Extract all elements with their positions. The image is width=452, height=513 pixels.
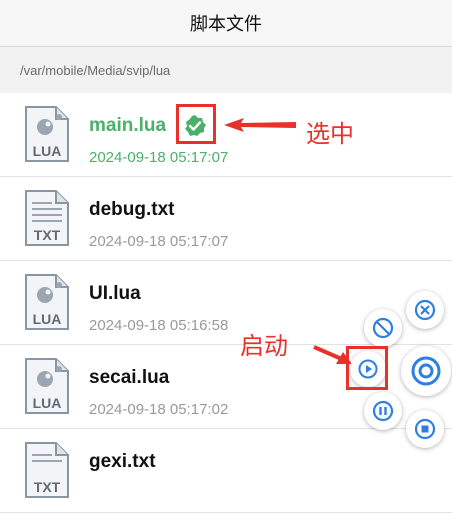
nav-header: 脚本文件: [0, 0, 452, 47]
close-floating-button[interactable]: [406, 291, 444, 329]
svg-text:LUA: LUA: [33, 395, 62, 411]
txt-file-icon: TXT: [25, 442, 69, 498]
lua-file-icon: LUA: [25, 106, 69, 162]
svg-text:TXT: TXT: [34, 479, 61, 495]
current-path: /var/mobile/Media/svip/lua: [20, 63, 171, 78]
file-name: secai.lua: [89, 367, 170, 388]
file-date: 2024-09-18 05:16:58: [89, 317, 229, 334]
file-date: 2024-09-18 05:17:07: [89, 149, 229, 166]
start-annotation-label: 启动: [240, 332, 288, 360]
pause-icon: [372, 400, 394, 422]
file-name: UI.lua: [89, 283, 141, 304]
file-name: gexi.txt: [89, 451, 156, 472]
path-bar: /var/mobile/Media/svip/lua: [0, 47, 452, 93]
end-script-button[interactable]: [406, 410, 444, 448]
file-name: main.lua: [89, 115, 167, 136]
stop-script-button[interactable]: [364, 309, 402, 347]
square-stop-icon: [414, 418, 436, 440]
start-highlight-box: [346, 346, 388, 390]
page-title: 脚本文件: [190, 14, 262, 35]
target-icon: [411, 356, 441, 386]
main-floating-button[interactable]: [401, 346, 451, 396]
file-row-gexi-txt[interactable]: TXT gexi.txt: [0, 429, 452, 513]
arrow-left-icon: [224, 118, 296, 132]
select-annotation-label: 选中: [306, 120, 354, 148]
selected-highlight-box: [176, 104, 216, 144]
file-list: LUA main.lua 2024-09-18 05:17:07 TXT deb…: [0, 93, 452, 513]
file-date: 2024-09-18 05:17:02: [89, 401, 229, 418]
stop-circle-icon: [372, 317, 394, 339]
svg-text:LUA: LUA: [33, 143, 62, 159]
close-circle-icon: [414, 299, 436, 321]
file-date: 2024-09-18 05:17:07: [89, 233, 229, 250]
svg-text:TXT: TXT: [34, 227, 61, 243]
file-name: debug.txt: [89, 199, 175, 220]
file-row-debug-txt[interactable]: TXT debug.txt 2024-09-18 05:17:07: [0, 177, 452, 261]
lua-file-icon: LUA: [25, 274, 69, 330]
svg-text:LUA: LUA: [33, 311, 62, 327]
file-row-main-lua[interactable]: LUA main.lua 2024-09-18 05:17:07: [0, 93, 452, 177]
txt-file-icon: TXT: [25, 190, 69, 246]
lua-file-icon: LUA: [25, 358, 69, 414]
pause-script-button[interactable]: [364, 392, 402, 430]
